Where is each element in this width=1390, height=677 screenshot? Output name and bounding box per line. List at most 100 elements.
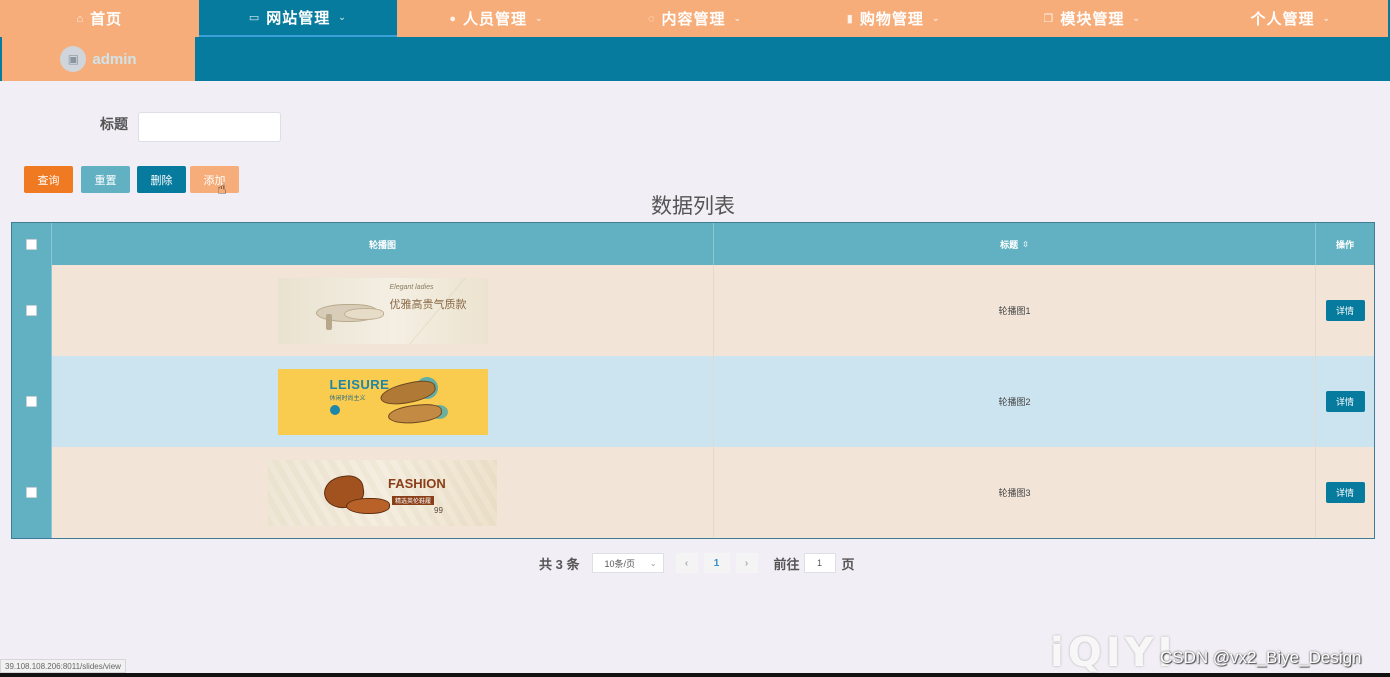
operation-cell: 详情	[1316, 447, 1374, 538]
nav-item-content-management[interactable]: ◌ 内容管理 ⌄	[596, 0, 795, 37]
title-cell: 轮播图2	[714, 356, 1316, 447]
nav-item-personal-management[interactable]: 个人管理 ⌄	[1191, 0, 1390, 37]
avatar: ▣	[60, 46, 87, 72]
title-cell: 轮播图1	[714, 265, 1316, 356]
add-button[interactable]: 添加	[190, 166, 239, 193]
sort-icon[interactable]: ⇳	[1022, 240, 1029, 249]
watermark-logo: iQIYI	[1050, 630, 1177, 676]
chevron-down-icon: ⌄	[1132, 13, 1141, 23]
page-number-button[interactable]: 1	[703, 553, 730, 573]
bottom-edge	[0, 673, 1390, 677]
user-icon: ●	[449, 12, 457, 25]
header-operation: 操作	[1335, 239, 1354, 250]
operation-cell: 详情	[1316, 356, 1374, 447]
row-check-cell	[12, 447, 52, 538]
top-navigation: ⌂ 首页 ▭ 网站管理 ⌄ ● 人员管理 ⌄ ◌ 内容管理 ⌄ ▮ 购物管理 ⌄…	[0, 0, 1390, 81]
chevron-left-icon: ‹	[684, 557, 689, 569]
chevron-right-icon: ›	[744, 557, 749, 569]
banner-caption: 优雅高贵气质款	[389, 298, 467, 311]
total-count: 共 3 条	[539, 554, 580, 573]
banner-tagline: 休闲时尚主义	[329, 395, 366, 402]
status-bar-url: 39.108.108.206:8011/slides/view	[0, 659, 126, 673]
page-size-select[interactable]: 10条/页 ⌄	[591, 553, 664, 573]
nav-item-label: 购物管理	[859, 11, 924, 28]
nav-item-home[interactable]: ⌂ 首页	[0, 0, 199, 37]
bag-icon: ▮	[846, 13, 854, 25]
nav-item-site-management[interactable]: ▭ 网站管理 ⌄	[198, 0, 398, 37]
image-icon: ▣	[67, 52, 80, 66]
next-page-button[interactable]: ›	[735, 553, 758, 573]
data-table: 轮播图 标题 ⇳ 操作 Elegant ladies 优雅高贵气质款 轮播图1 …	[11, 222, 1375, 539]
banner-price: 99	[434, 505, 443, 515]
title-label: 标题	[100, 116, 128, 132]
total-number: 3	[555, 556, 563, 572]
image-cell: LEISURE 休闲时尚主义	[52, 356, 714, 447]
operation-cell: 详情	[1316, 265, 1374, 356]
query-button[interactable]: 查询	[24, 166, 73, 193]
nav-item-shopping-management[interactable]: ▮ 购物管理 ⌄	[794, 0, 993, 37]
detail-button[interactable]: 详情	[1325, 391, 1365, 412]
goto-page-input[interactable]	[803, 553, 836, 573]
chevron-down-icon: ⌄	[1322, 13, 1332, 23]
chevron-down-icon: ⌄	[931, 13, 941, 23]
list-title: 数据列表	[651, 195, 735, 218]
nav-item-label: 模块管理	[1060, 11, 1125, 28]
monitor-icon: ▭	[248, 12, 261, 24]
reset-button[interactable]: 重置	[81, 166, 130, 193]
total-prefix: 共	[539, 556, 553, 572]
header-title[interactable]: 标题 ⇳	[714, 223, 1316, 265]
nav-item-label: 内容管理	[661, 11, 726, 28]
nav-menu: ⌂ 首页 ▭ 网站管理 ⌄ ● 人员管理 ⌄ ◌ 内容管理 ⌄ ▮ 购物管理 ⌄…	[0, 0, 1390, 37]
table-header: 轮播图 标题 ⇳ 操作	[12, 223, 1374, 265]
prev-page-button[interactable]: ‹	[675, 553, 698, 573]
total-suffix: 条	[566, 556, 580, 572]
chevron-down-icon: ⌄	[733, 13, 743, 23]
page-size-value: 10条/页	[604, 558, 636, 569]
chevron-down-icon: ⌄	[649, 558, 657, 568]
row-check-cell	[12, 356, 52, 447]
row-checkbox[interactable]	[26, 305, 37, 316]
copy-icon: ❐	[1043, 13, 1055, 25]
table-row: FASHION 精选英伦鞋履 99 轮播图3 详情	[12, 447, 1374, 538]
banner-tagline: 精选英伦鞋履	[392, 495, 435, 505]
chat-icon: ◌	[647, 12, 656, 25]
banner-caption: LEISURE	[329, 376, 390, 392]
home-icon: ⌂	[76, 12, 85, 25]
goto-label: 前往	[773, 556, 800, 572]
detail-button[interactable]: 详情	[1325, 300, 1365, 321]
row-checkbox[interactable]	[26, 396, 37, 407]
pagination: 共 3 条 10条/页 ⌄ ‹ 1 › 前往 页	[539, 552, 855, 574]
select-all-cell	[12, 223, 52, 265]
nav-item-staff-management[interactable]: ● 人员管理 ⌄	[397, 0, 596, 37]
nav-item-label: 个人管理	[1250, 11, 1315, 28]
nav-item-module-management[interactable]: ❐ 模块管理 ⌄	[993, 0, 1192, 37]
detail-button[interactable]: 详情	[1325, 482, 1365, 503]
row-checkbox[interactable]	[26, 487, 37, 498]
table-row: Elegant ladies 优雅高贵气质款 轮播图1 详情	[12, 265, 1374, 356]
nav-sub-bar	[0, 37, 1390, 81]
delete-button[interactable]: 删除	[137, 166, 186, 193]
title-cell: 轮播图3	[714, 447, 1316, 538]
nav-item-label: 人员管理	[462, 11, 527, 28]
image-cell: FASHION 精选英伦鞋履 99	[52, 447, 714, 538]
banner-caption: FASHION	[388, 475, 446, 491]
banner-tagline: Elegant ladies	[389, 283, 434, 291]
chevron-down-icon: ⌄	[338, 12, 347, 22]
banner-image: FASHION 精选英伦鞋履 99	[268, 459, 497, 526]
header-title-label: 标题	[1000, 239, 1019, 250]
nav-item-label: 网站管理	[266, 10, 331, 27]
goto-suffix: 页	[841, 556, 855, 572]
row-check-cell	[12, 265, 52, 356]
watermark-text: CSDN @vx2_Biye_Design	[1160, 648, 1362, 667]
chevron-down-icon: ⌄	[535, 13, 544, 23]
banner-image: Elegant ladies 优雅高贵气质款	[277, 277, 488, 344]
banner-image: LEISURE 休闲时尚主义	[277, 368, 488, 435]
user-menu[interactable]: ▣ admin	[2, 37, 195, 81]
nav-item-label: 首页	[90, 11, 123, 28]
table-row: LEISURE 休闲时尚主义 轮播图2 详情	[12, 356, 1374, 447]
title-search-input[interactable]	[138, 112, 281, 142]
image-cell: Elegant ladies 优雅高贵气质款	[52, 265, 714, 356]
header-image: 轮播图	[52, 223, 714, 265]
select-all-checkbox[interactable]	[26, 238, 37, 250]
user-name: admin	[92, 50, 137, 68]
